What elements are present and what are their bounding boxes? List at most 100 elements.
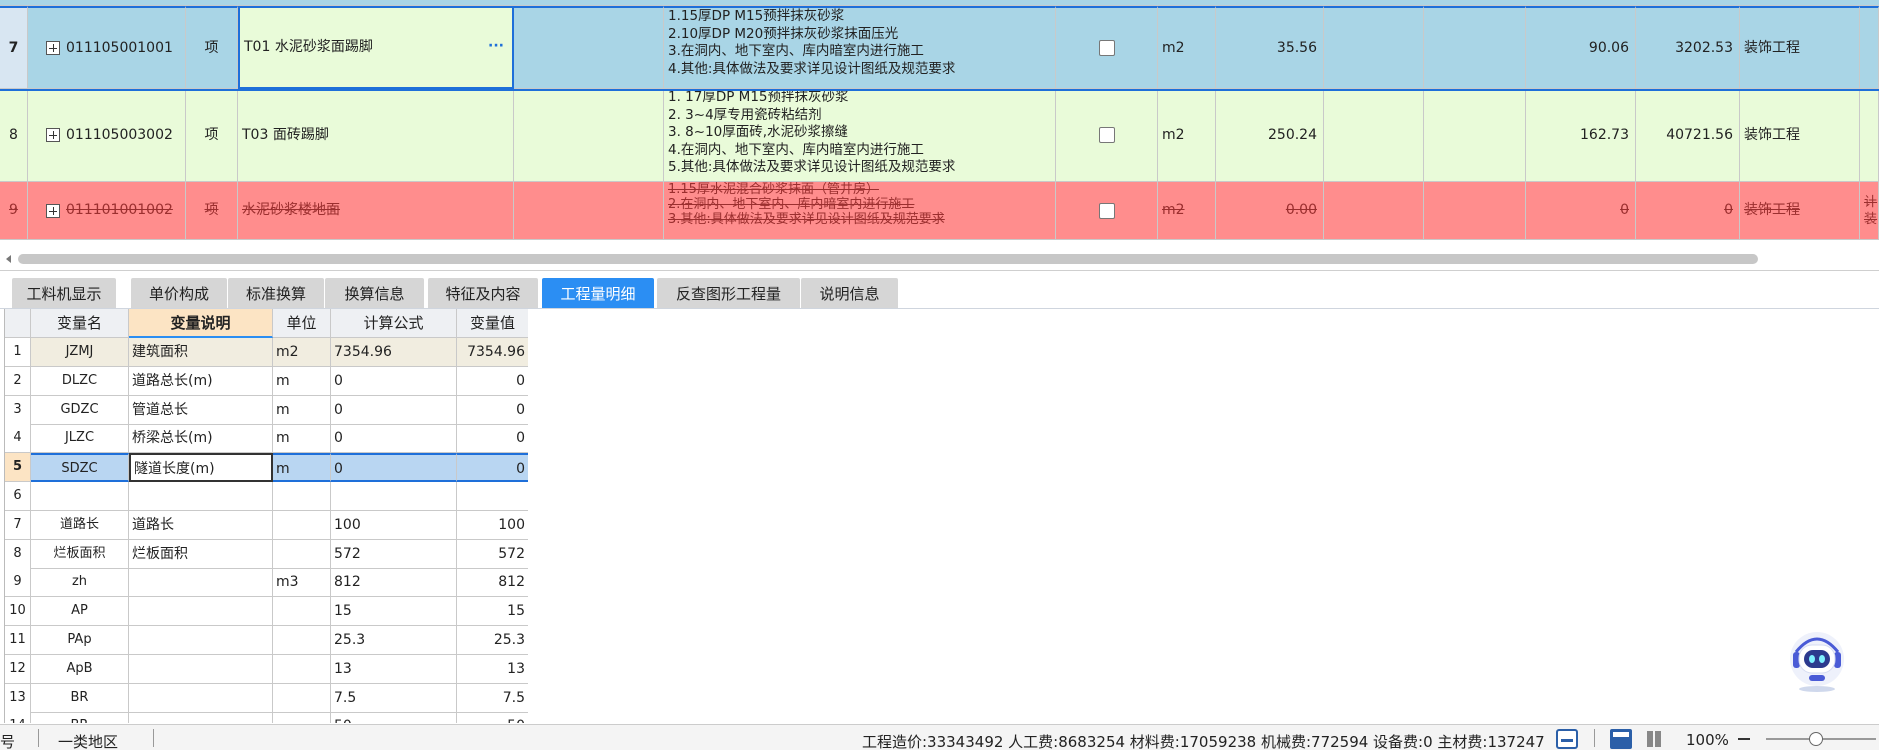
variable-cell-name[interactable]: zh: [31, 568, 129, 598]
variable-cell-value[interactable]: 7.5: [457, 684, 528, 713]
cell-desc[interactable]: 1.15厚水泥混合砂浆抹面（管井房） 2.在洞内、地下室内、库内暗室内进行施工 3.…: [664, 182, 1056, 240]
variable-cell-name[interactable]: SDZC: [31, 453, 129, 483]
variable-cell-formula[interactable]: 0: [331, 424, 457, 454]
cell-qty[interactable]: 250.24: [1216, 89, 1324, 182]
cell-chk[interactable]: [1056, 182, 1158, 240]
variable-cell-name[interactable]: BR: [31, 683, 129, 713]
variable-cell-value[interactable]: 572: [457, 540, 528, 569]
variable-cell-desc[interactable]: 桥梁总长(m): [129, 424, 273, 454]
variable-cell-formula[interactable]: 812: [331, 568, 457, 598]
variable-cell-name[interactable]: AP: [31, 597, 129, 627]
cell-b3[interactable]: [1424, 6, 1526, 89]
tab-7[interactable]: 反查图形工程量: [657, 278, 800, 308]
cell-qty[interactable]: 0.00: [1216, 182, 1324, 240]
variable-cell-unit[interactable]: [273, 712, 331, 723]
plus-square-icon[interactable]: [46, 128, 60, 142]
variable-cell-value[interactable]: 0: [457, 453, 528, 483]
variable-cell-formula[interactable]: 7354.96: [331, 338, 457, 367]
column-header[interactable]: 单位: [273, 309, 331, 338]
scroll-left-arrow-icon[interactable]: [6, 255, 11, 263]
variable-cell-name[interactable]: 烂板面积: [31, 539, 129, 569]
variable-cell-name[interactable]: JZMJ: [31, 338, 129, 367]
variable-cell-desc[interactable]: [129, 654, 273, 684]
cell-category[interactable]: 装饰工程: [1740, 89, 1860, 182]
variable-cell-unit[interactable]: m3: [273, 568, 331, 598]
cell-price[interactable]: 90.06: [1526, 6, 1636, 89]
variable-cell-value[interactable]: 0: [457, 424, 528, 454]
more-icon[interactable]: ···: [488, 38, 504, 55]
checkbox-icon[interactable]: [1098, 127, 1115, 143]
cell-b2[interactable]: [1324, 89, 1424, 182]
variable-cell-unit[interactable]: m: [273, 366, 331, 396]
cell-chk[interactable]: [1056, 6, 1158, 89]
variable-cell-formula[interactable]: 25.3: [331, 626, 457, 655]
variable-cell-unit[interactable]: [273, 626, 331, 655]
cell-type[interactable]: 项: [186, 89, 238, 182]
cell-unit[interactable]: m2: [1158, 89, 1216, 182]
variable-cell-value[interactable]: 25.3: [457, 626, 528, 655]
cell-name[interactable]: T01 水泥砂浆面踢脚 ···: [238, 6, 514, 89]
variable-cell-formula[interactable]: 100: [331, 510, 457, 540]
variable-cell-desc[interactable]: 建筑面积: [129, 338, 273, 367]
cell-price[interactable]: 0: [1526, 182, 1636, 240]
cell-blank[interactable]: [514, 6, 664, 89]
cell-b2[interactable]: [1324, 6, 1424, 89]
variable-cell-value[interactable]: 812: [457, 568, 528, 598]
tab-4[interactable]: 换算信息: [325, 278, 424, 308]
table-row[interactable]: 8 011105003002 项 T03 面砖踢脚 1. 17厚DP M15预拌抹灰砂浆…: [0, 89, 1879, 182]
variable-cell-unit[interactable]: m2: [273, 338, 331, 367]
cell-desc[interactable]: 1. 17厚DP M15预拌抹灰砂浆 2. 3~4厚专用瓷砖粘结剂 3. 8~10厚…: [664, 89, 1056, 182]
column-header[interactable]: 变量名: [31, 309, 129, 338]
variable-cell-desc[interactable]: 烂板面积: [129, 539, 273, 569]
variable-cell-desc[interactable]: [129, 626, 273, 655]
cell-price[interactable]: 162.73: [1526, 89, 1636, 182]
variable-cell-unit[interactable]: m: [273, 424, 331, 454]
variable-cell-unit[interactable]: m: [273, 453, 331, 483]
variable-cell-unit[interactable]: [273, 683, 331, 713]
variable-cell-desc[interactable]: 道路总长(m): [129, 366, 273, 396]
variable-cell-formula[interactable]: [331, 482, 457, 511]
variable-cell-formula[interactable]: 13: [331, 654, 457, 684]
save-icon[interactable]: [1556, 729, 1578, 749]
variable-cell-name[interactable]: GDZC: [31, 395, 129, 425]
variable-cell-desc[interactable]: [129, 597, 273, 627]
region-label[interactable]: 一类地区: [58, 731, 118, 750]
variable-cell-value[interactable]: [457, 482, 528, 511]
column-header[interactable]: 计算公式: [331, 309, 457, 338]
cell-total[interactable]: 3202.53: [1636, 6, 1740, 89]
variable-cell-name[interactable]: BR: [31, 712, 129, 723]
cell-code[interactable]: 011101001002: [28, 182, 186, 240]
cell-unit[interactable]: m2: [1158, 6, 1216, 89]
cell-extra[interactable]: [1860, 89, 1879, 182]
layout-single-icon[interactable]: [1610, 729, 1632, 749]
tab-2[interactable]: 单价构成: [131, 278, 227, 308]
cell-unit[interactable]: m2: [1158, 182, 1216, 240]
tab-1[interactable]: 工料机显示: [12, 278, 116, 308]
variable-cell-unit[interactable]: [273, 510, 331, 540]
variable-cell-desc[interactable]: [129, 712, 273, 723]
tab-8[interactable]: 说明信息: [801, 278, 898, 308]
cell-category[interactable]: 装饰工程: [1740, 6, 1860, 89]
cell-b2[interactable]: [1324, 182, 1424, 240]
cell-name[interactable]: 水泥砂浆楼地面: [238, 182, 514, 240]
variable-cell-desc[interactable]: [129, 482, 273, 511]
cell-total[interactable]: 40721.56: [1636, 89, 1740, 182]
variable-cell-unit[interactable]: [273, 654, 331, 684]
robot-assistant-icon[interactable]: [1784, 628, 1850, 694]
variable-cell-unit[interactable]: [273, 539, 331, 569]
tab-3[interactable]: 标准换算: [228, 278, 324, 308]
cell-type[interactable]: 项: [186, 182, 238, 240]
checkbox-icon[interactable]: [1098, 40, 1115, 56]
variable-cell-formula[interactable]: 572: [331, 539, 457, 569]
variable-cell-value[interactable]: 50: [457, 712, 528, 723]
variable-cell-desc[interactable]: 管道总长: [129, 395, 273, 425]
column-header[interactable]: 变量值: [457, 309, 528, 338]
cell-blank[interactable]: [514, 89, 664, 182]
cell-code[interactable]: 011105003002: [28, 89, 186, 182]
variable-cell-value[interactable]: 100: [457, 511, 528, 540]
tab-5[interactable]: 特征及内容: [428, 278, 538, 308]
layout-split-icon[interactable]: [1645, 729, 1663, 749]
variable-cell-formula[interactable]: 0: [331, 395, 457, 425]
column-header[interactable]: 变量说明: [129, 309, 273, 338]
cell-qty[interactable]: 35.56: [1216, 6, 1324, 89]
